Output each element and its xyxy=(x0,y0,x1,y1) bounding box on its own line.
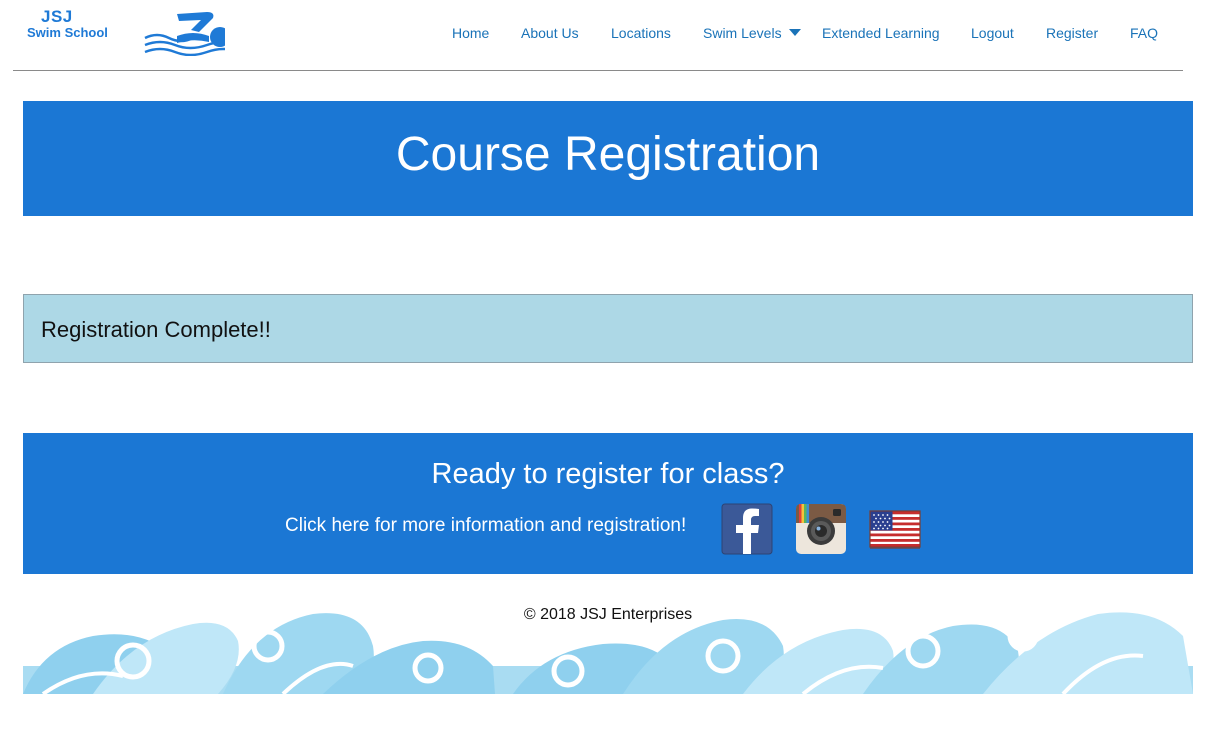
nav-swim-levels-label: Swim Levels xyxy=(703,25,782,41)
caret-down-icon xyxy=(788,29,801,36)
nav-locations[interactable]: Locations xyxy=(611,25,671,41)
navbar: JSJ Swim School Home About Us Locations … xyxy=(13,0,1183,71)
main-nav: Home About Us Locations Swim Levels Exte… xyxy=(13,25,1183,45)
nav-home[interactable]: Home xyxy=(452,25,489,41)
nav-logout[interactable]: Logout xyxy=(971,25,1014,41)
logo-line-1: JSJ xyxy=(41,7,73,26)
registration-info-link[interactable]: Click here for more information and regi… xyxy=(285,515,686,537)
copyright-text: © 2018 JSJ Enterprises xyxy=(523,606,693,623)
instagram-icon[interactable] xyxy=(795,503,847,555)
page-title: Course Registration xyxy=(395,128,821,181)
nav-swim-levels[interactable]: Swim Levels xyxy=(703,25,801,41)
nav-extended-learning[interactable]: Extended Learning xyxy=(822,25,940,41)
hero-banner: Course Registration xyxy=(23,101,1193,216)
alert-message: Registration Complete!! xyxy=(41,317,271,342)
nav-about-us[interactable]: About Us xyxy=(521,25,579,41)
register-cta: Ready to register for class? Click here … xyxy=(23,433,1193,574)
nav-faq[interactable]: FAQ xyxy=(1130,25,1158,41)
cta-heading: Ready to register for class? xyxy=(431,458,785,490)
facebook-icon[interactable] xyxy=(721,503,773,555)
registration-status-alert: Registration Complete!! xyxy=(23,294,1193,363)
us-flag-icon[interactable] xyxy=(869,503,921,555)
nav-register[interactable]: Register xyxy=(1046,25,1098,41)
